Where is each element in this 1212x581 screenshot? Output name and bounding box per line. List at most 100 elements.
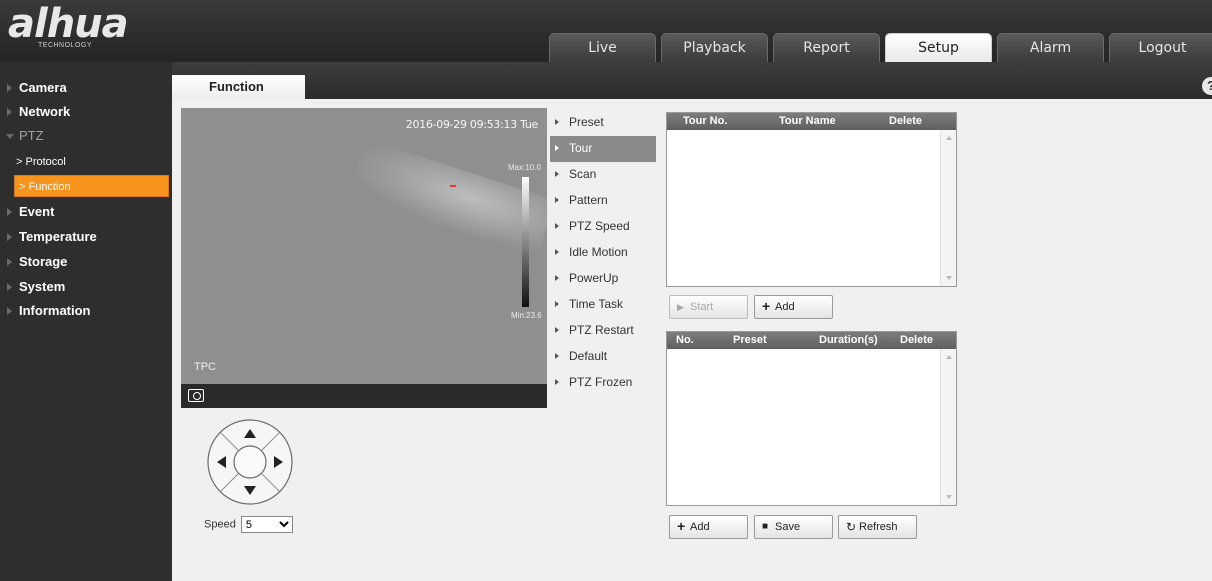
tab-logout[interactable]: Logout	[1109, 33, 1212, 62]
temperature-max-label: Max:10.0	[508, 163, 541, 172]
menu-item-pattern[interactable]: Pattern	[550, 188, 656, 214]
arrow-right-icon	[555, 197, 559, 203]
menu-item-powerup[interactable]: PowerUp	[550, 266, 656, 292]
menu-item-label: Tour	[569, 141, 593, 155]
arrow-right-icon	[555, 171, 559, 177]
thermal-hotspot	[346, 138, 547, 258]
expand-arrow-icon	[7, 84, 12, 92]
sidebar-subitem-function[interactable]: > Function	[14, 175, 169, 197]
add-preset-button[interactable]: + Add	[669, 515, 748, 539]
play-icon: ▶	[677, 302, 684, 312]
speed-control: Speed 5	[204, 516, 293, 533]
scroll-up-icon[interactable]	[946, 355, 952, 359]
sidebar-item-storage[interactable]: Storage	[0, 250, 172, 274]
sidebar-item-label: Camera	[19, 80, 67, 95]
menu-item-idle-motion[interactable]: Idle Motion	[550, 240, 656, 266]
arrow-right-icon	[555, 301, 559, 307]
start-button-label: Start	[690, 301, 714, 313]
menu-item-tour[interactable]: Tour	[550, 136, 656, 162]
function-menu: Preset Tour Scan Pattern PTZ Speed Idle …	[550, 110, 656, 396]
tour-table: Tour No. Tour Name Delete	[666, 112, 957, 287]
expand-arrow-icon	[7, 233, 12, 241]
menu-item-ptz-frozen[interactable]: PTZ Frozen	[550, 370, 656, 396]
menu-item-default[interactable]: Default	[550, 344, 656, 370]
plus-icon: +	[677, 518, 686, 534]
help-icon[interactable]: ?	[1202, 77, 1212, 95]
refresh-button[interactable]: ↻ Refresh	[838, 515, 917, 539]
tab-alarm[interactable]: Alarm	[997, 33, 1104, 62]
video-timestamp: 2016-09-29 09:53:13 Tue	[405, 118, 539, 131]
start-button[interactable]: ▶ Start	[669, 295, 748, 319]
tab-playback[interactable]: Playback	[661, 33, 768, 62]
table-header: No. Preset Duration(s) Delete	[667, 332, 956, 349]
sidebar-item-label: Event	[19, 204, 55, 219]
menu-item-ptz-speed[interactable]: PTZ Speed	[550, 214, 656, 240]
save-button[interactable]: ■ Save	[754, 515, 833, 539]
brand-wordmark: alhua	[8, 1, 129, 47]
brand-tagline: TECHNOLOGY	[38, 42, 93, 49]
speed-label: Speed	[204, 518, 236, 531]
tab-setup[interactable]: Setup	[885, 33, 992, 62]
speed-select[interactable]: 5	[240, 516, 293, 533]
column-header-no: No.	[676, 334, 694, 346]
sidebar-item-temperature[interactable]: Temperature	[0, 225, 172, 249]
menu-item-label: PTZ Restart	[569, 323, 634, 337]
sidebar-item-label: Temperature	[19, 229, 97, 244]
sidebar-item-label: Information	[19, 303, 91, 318]
sidebar-item-event[interactable]: Event	[0, 200, 172, 224]
menu-item-label: PowerUp	[569, 271, 619, 285]
tab-live[interactable]: Live	[549, 33, 656, 62]
add-button-label: Add	[690, 521, 710, 533]
add-tour-button[interactable]: + Add	[754, 295, 833, 319]
menu-item-ptz-restart[interactable]: PTZ Restart	[550, 318, 656, 344]
sidebar-item-ptz[interactable]: PTZ	[0, 124, 172, 148]
main-content: 2016-09-29 09:53:13 Tue Max:10.0 Min:23.…	[172, 99, 1212, 581]
sidebar-item-label: System	[19, 279, 66, 294]
expand-arrow-icon	[7, 283, 12, 291]
brand-logo: alhua TECHNOLOGY	[8, 4, 158, 56]
scroll-down-icon[interactable]	[946, 495, 952, 499]
sidebar: Camera Network PTZ > Protocol > Function…	[0, 62, 172, 581]
preset-table-scrollbar[interactable]	[940, 349, 956, 505]
expand-arrow-icon	[7, 208, 12, 216]
ptz-center-button[interactable]	[233, 445, 267, 479]
column-header-delete: Delete	[889, 115, 923, 127]
scroll-down-icon[interactable]	[946, 276, 952, 280]
menu-item-label: PTZ Frozen	[569, 375, 633, 389]
sidebar-item-information[interactable]: Information	[0, 299, 172, 323]
menu-item-label: Preset	[569, 115, 604, 129]
arrow-right-icon	[555, 249, 559, 255]
sidebar-item-network[interactable]: Network	[0, 100, 172, 124]
tab-report[interactable]: Report	[773, 33, 880, 62]
menu-item-label: Scan	[569, 167, 597, 181]
temperature-scale-bar	[522, 177, 529, 307]
arrow-right-icon	[555, 379, 559, 385]
column-header-preset: Preset	[733, 334, 767, 346]
menu-item-time-task[interactable]: Time Task	[550, 292, 656, 318]
sidebar-item-system[interactable]: System	[0, 275, 172, 299]
expand-arrow-icon	[7, 108, 12, 116]
arrow-right-icon	[555, 145, 559, 151]
arrow-right-icon	[555, 275, 559, 281]
menu-item-preset[interactable]: Preset	[550, 110, 656, 136]
table-header: Tour No. Tour Name Delete	[667, 113, 956, 130]
sidebar-item-label: Network	[19, 104, 71, 119]
tab-function[interactable]: Function	[172, 75, 305, 99]
refresh-icon: ↻	[846, 520, 857, 534]
menu-item-label: Idle Motion	[569, 245, 628, 259]
refresh-button-label: Refresh	[859, 521, 898, 533]
tour-table-scrollbar[interactable]	[940, 130, 956, 286]
add-button-label: Add	[775, 301, 795, 313]
collapse-arrow-icon	[6, 134, 14, 139]
menu-item-scan[interactable]: Scan	[550, 162, 656, 188]
ptz-direction-pad	[207, 419, 293, 505]
page-tab-bar: Function ?	[172, 62, 1212, 99]
camera-icon[interactable]	[188, 389, 204, 402]
video-preview[interactable]: 2016-09-29 09:53:13 Tue Max:10.0 Min:23.…	[181, 108, 547, 408]
scroll-up-icon[interactable]	[946, 136, 952, 140]
menu-item-label: Pattern	[569, 193, 608, 207]
sidebar-item-camera[interactable]: Camera	[0, 76, 172, 100]
arrow-right-icon	[555, 223, 559, 229]
sidebar-subitem-protocol[interactable]: > Protocol	[0, 151, 172, 173]
column-header-tour-no: Tour No.	[683, 115, 728, 127]
